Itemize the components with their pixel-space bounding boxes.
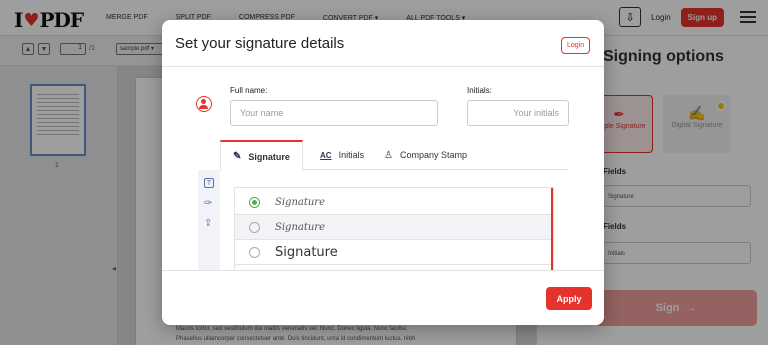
ac-icon: AC [320,150,332,160]
signature-option[interactable]: Signature [235,240,553,265]
apply-button[interactable]: Apply [546,287,592,310]
signature-preview: Signature [275,244,338,260]
full-name-label: Full name: [230,86,268,95]
signature-side-toolbar: T ✑ ⇪ [198,170,220,270]
signature-type-tabs: ✎ Signature AC Initials ♙ Company Stamp [220,140,568,171]
full-name-input[interactable] [230,100,438,126]
radio-selected[interactable] [249,196,260,208]
initials-input[interactable] [467,100,569,126]
text-type-icon[interactable]: T [204,178,214,188]
tab-label: Initials [338,150,365,160]
tab-initials[interactable]: AC Initials [308,140,376,170]
signature-preview: Signature [275,196,326,208]
signature-preview: Signature [275,221,326,233]
list-scrollbar[interactable] [551,188,553,270]
radio-unselected[interactable] [249,221,260,233]
signature-option[interactable]: Signature [235,190,553,215]
draw-signature-icon[interactable]: ✑ [204,198,212,209]
divider [162,66,604,67]
signature-style-list: Signature Signature Signature [234,187,554,270]
tab-company-stamp[interactable]: ♙ Company Stamp [372,140,479,170]
divider [162,270,604,271]
signature-option[interactable]: Signature [235,215,553,240]
initials-label: Initials: [467,86,492,95]
signature-details-modal: Set your signature details Login Full na… [162,20,604,325]
upload-icon[interactable]: ⇪ [204,218,212,229]
modal-login-button[interactable]: Login [561,37,591,54]
tab-label: Signature [248,151,290,162]
radio-unselected[interactable] [249,246,260,258]
tab-label: Company Stamp [399,150,467,160]
pen-icon: ✎ [233,151,242,162]
user-icon [196,96,212,112]
tab-signature[interactable]: ✎ Signature [220,140,303,171]
stamp-icon: ♙ [384,149,393,161]
modal-title: Set your signature details [175,35,345,52]
